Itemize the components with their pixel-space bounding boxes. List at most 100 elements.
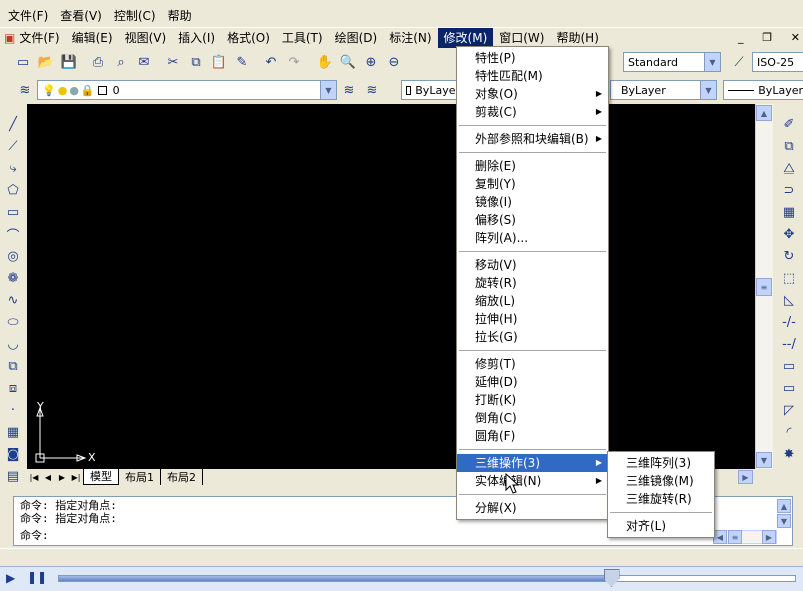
modify-menu-item[interactable]: 实体编辑(N)▶ [457, 472, 608, 490]
modify-menu-item[interactable]: 缩放(L) [457, 292, 608, 310]
pause-icon[interactable]: ❚❚ [27, 570, 47, 584]
save-icon[interactable]: 💾 [58, 51, 80, 73]
region-icon[interactable]: ◙ [2, 443, 24, 465]
move-icon[interactable]: ✥ [778, 223, 800, 245]
make-block-icon[interactable]: ⧈ [2, 377, 24, 399]
open-file-icon[interactable]: 📂 [35, 51, 57, 73]
scroll-down-icon[interactable]: ▼ [756, 452, 772, 468]
table-icon[interactable]: ▤ [2, 465, 24, 487]
menu-dimension[interactable]: 标注(N) [383, 28, 437, 48]
copy-object-icon[interactable]: ⧉ [778, 135, 800, 157]
pan-icon[interactable]: ✋ [314, 51, 336, 73]
scroll-up-icon[interactable]: ▲ [756, 105, 772, 121]
copy-icon[interactable]: ⧉ [185, 51, 207, 73]
color-select[interactable]: ByLayer [401, 80, 461, 100]
modify-menu-item[interactable]: 分解(X) [457, 499, 608, 517]
modify-menu-item[interactable]: 移动(V) [457, 256, 608, 274]
scroll-left-icon[interactable]: ◀ [713, 530, 727, 544]
modify-menu-item[interactable]: 特性匹配(M) [457, 67, 608, 85]
make-current-layer-icon[interactable]: ≋ [338, 79, 360, 101]
menu-window[interactable]: 窗口(W) [493, 28, 550, 48]
new-file-icon[interactable]: ▭ [12, 51, 34, 73]
menu-edit[interactable]: 编辑(E) [66, 28, 119, 48]
polygon-icon[interactable]: ⬠ [2, 179, 24, 201]
outer-menu-view[interactable]: 查看(V) [54, 6, 108, 26]
extend-icon[interactable]: --/ [778, 333, 800, 355]
mirror-icon[interactable]: ⧋ [778, 157, 800, 179]
scroll-thumb[interactable]: ≡ [728, 530, 742, 544]
layer-previous-icon[interactable]: ≋ [361, 79, 383, 101]
modify-menu-item[interactable]: 删除(E) [457, 157, 608, 175]
hatch-icon[interactable]: ▦ [2, 421, 24, 443]
menu-modify[interactable]: 修改(M) [437, 27, 494, 48]
insert-block-icon[interactable]: ⧉ [2, 355, 24, 377]
modify-menu-item[interactable]: 阵列(A)... [457, 229, 608, 247]
minimize-icon[interactable]: _ [738, 31, 744, 44]
zoom-realtime-icon[interactable]: 🔍 [337, 51, 359, 73]
modify-menu-item[interactable]: 三维操作(3) ▶ [457, 454, 608, 472]
menu-file[interactable]: 文件(F) [17, 28, 65, 48]
modify-menu-item[interactable]: 偏移(S) [457, 211, 608, 229]
trim-icon[interactable]: -/- [778, 311, 800, 333]
lineweight-select[interactable]: ByLayer [723, 80, 803, 100]
next-tab-icon[interactable]: ▶ [55, 473, 69, 482]
scroll-down-icon[interactable]: ▼ [777, 514, 791, 528]
menu-insert[interactable]: 插入(I) [172, 28, 221, 48]
erase-icon[interactable]: ✐ [778, 113, 800, 135]
modify-menu-item[interactable]: 倒角(C) [457, 409, 608, 427]
menu-draw[interactable]: 绘图(D) [329, 28, 384, 48]
ellipse-arc-icon[interactable]: ◡ [2, 333, 24, 355]
paste-icon[interactable]: 📋 [208, 51, 230, 73]
menu-tools[interactable]: 工具(T) [276, 28, 329, 48]
play-icon[interactable]: ▶ [6, 571, 15, 585]
undo-icon[interactable]: ↶ [260, 51, 282, 73]
3d-submenu-item[interactable]: 三维阵列(3) [608, 454, 714, 472]
modify-menu-item[interactable]: 拉伸(H) [457, 310, 608, 328]
circle-icon[interactable]: ◎ [2, 245, 24, 267]
layer-select[interactable]: 💡 ● ● 🔒 0 ▼ [37, 80, 337, 100]
modify-menu-item[interactable]: 圆角(F) [457, 427, 608, 445]
linetype-select[interactable]: ByLayer ▼ [610, 80, 717, 100]
dimension-style-icon[interactable]: ⟋ [728, 51, 750, 73]
text-style-select[interactable]: Standard ▼ [623, 52, 721, 72]
modify-menu-item[interactable]: 特性(P) [457, 49, 608, 67]
revision-cloud-icon[interactable]: ❁ [2, 267, 24, 289]
menu-help[interactable]: 帮助(H) [550, 28, 604, 48]
tab-layout2[interactable]: 布局2 [161, 469, 203, 485]
break-at-point-icon[interactable]: ▭ [778, 377, 800, 399]
outer-menu-control[interactable]: 控制(C) [108, 6, 162, 26]
modify-menu-item[interactable]: 外部参照和块编辑(B) ▶ [457, 130, 608, 148]
zoom-window-icon[interactable]: ⊕ [360, 51, 382, 73]
rotate-icon[interactable]: ↻ [778, 245, 800, 267]
ellipse-icon[interactable]: ⬭ [2, 311, 24, 333]
drawing-canvas[interactable] [27, 104, 755, 469]
menu-format[interactable]: 格式(O) [221, 28, 276, 48]
scroll-up-icon[interactable]: ▲ [777, 499, 791, 513]
modify-menu-item[interactable]: 延伸(D) [457, 373, 608, 391]
point-icon[interactable]: · [2, 399, 24, 421]
modify-menu-item[interactable]: 拉长(G) [457, 328, 608, 346]
explode-icon[interactable]: ✸ [778, 443, 800, 465]
menu-view[interactable]: 视图(V) [119, 28, 173, 48]
array-icon[interactable]: ▦ [778, 201, 800, 223]
outer-menu-file[interactable]: 文件(F) [2, 6, 54, 26]
break-icon[interactable]: ▭ [778, 355, 800, 377]
tab-model[interactable]: 模型 [83, 469, 119, 485]
scale-icon[interactable]: ⬚ [778, 267, 800, 289]
stretch-icon[interactable]: ◺ [778, 289, 800, 311]
last-tab-icon[interactable]: ▶| [69, 473, 83, 482]
modify-menu-item[interactable]: 对象(O) ▶ [457, 85, 608, 103]
polyline-icon[interactable]: ⤷ [2, 157, 24, 179]
3d-submenu-item[interactable]: 三维镜像(M) [608, 472, 714, 490]
3d-submenu-item[interactable]: 三维旋转(R) [608, 490, 714, 508]
rectangle-icon[interactable]: ▭ [2, 201, 24, 223]
construction-line-icon[interactable]: ⟋ [2, 135, 24, 157]
print-icon[interactable]: ⎙ [87, 51, 109, 73]
modify-menu-item[interactable]: 复制(Y) [457, 175, 608, 193]
scroll-right-icon[interactable]: ▶ [762, 530, 776, 544]
outer-menu-help[interactable]: 帮助 [162, 6, 198, 26]
chamfer-icon[interactable]: ◸ [778, 399, 800, 421]
offset-icon[interactable]: ⊃ [778, 179, 800, 201]
cut-icon[interactable]: ✂ [162, 51, 184, 73]
player-progress-track[interactable] [58, 575, 796, 582]
